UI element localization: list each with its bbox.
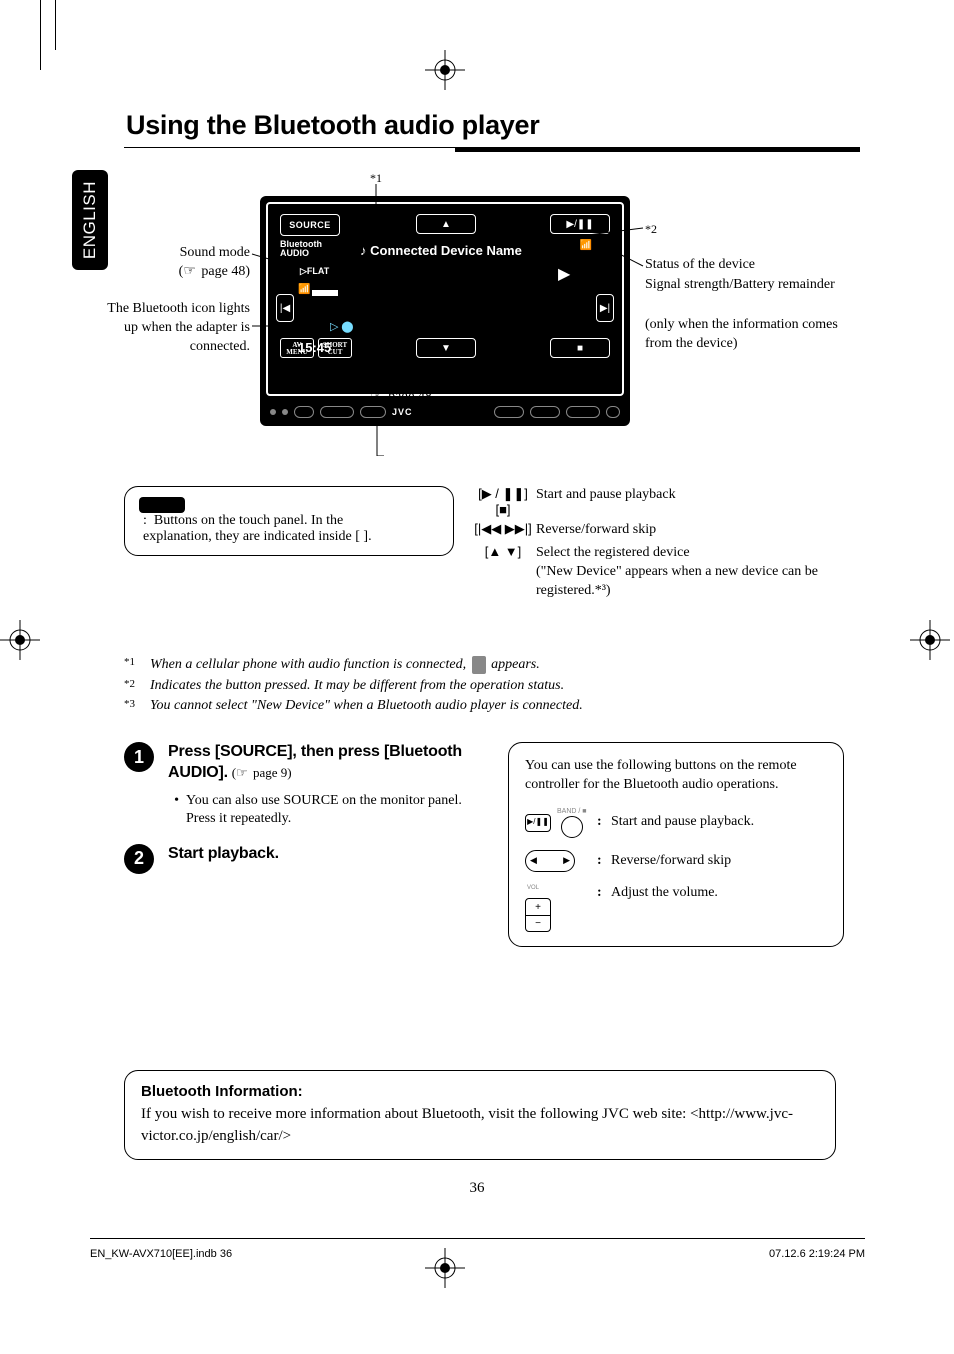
remote-row-volume: VOL +− : Adjust the volume. — [525, 884, 827, 932]
desc-skip: Reverse/forward skip — [536, 521, 846, 540]
step2-lead: Start playback. — [168, 845, 279, 862]
band-label: BAND / ■ — [557, 807, 587, 816]
desc-playpause: Start and pause playback — [536, 486, 846, 517]
bt-info-header: Bluetooth Information: — [141, 1083, 303, 1100]
desc-select-device: Select the registered device ("New Devic… — [536, 544, 846, 601]
bluetooth-info-box: Bluetooth Information: If you wish to re… — [124, 1070, 836, 1160]
page48-ref: page 48 — [370, 388, 432, 405]
step-number-2: 2 — [124, 844, 154, 874]
steps-column: 1 Press [SOURCE], then press [Bluetooth … — [124, 742, 484, 947]
vol-label: VOL — [527, 884, 539, 892]
symbol-skip: [|◀◀ ▶▶|] — [470, 521, 536, 540]
remote-band-icon — [561, 816, 583, 838]
footnotes: *1 When a cellular phone with audio func… — [124, 656, 860, 714]
registration-mark-icon — [425, 50, 465, 90]
print-footer: EN_KW-AVX710[EE].indb 36 07.12.6 2:19:24… — [90, 1248, 865, 1260]
page-number: 36 — [0, 1180, 954, 1197]
remote-volume-icon: +− — [525, 898, 551, 932]
bt-info-body: If you wish to receive more information … — [141, 1106, 793, 1144]
remote-skip-icon: ◀ ▶ — [525, 850, 575, 872]
remote-row-skip: ◀ ▶ : Reverse/forward skip — [525, 850, 827, 872]
rule — [455, 147, 860, 152]
symbol-playpause-stop: [▶ / ❚❚] [■] — [470, 486, 536, 517]
table-row: [▶ / ❚❚] [■] Start and pause playback — [470, 486, 846, 517]
black-button-icon — [139, 497, 185, 513]
table-row: [|◀◀ ▶▶|] Reverse/forward skip — [470, 521, 846, 540]
page-content: ENGLISH Using the Bluetooth audio player… — [90, 110, 860, 947]
footnote-2: *2 Indicates the button pressed. It may … — [124, 678, 860, 694]
device-diagram: *1 *2 Sound mode ( page 48) The Bluetoot… — [90, 166, 860, 456]
footer-filename: EN_KW-AVX710[EE].indb 36 — [90, 1248, 232, 1260]
remote-box: You can use the following buttons on the… — [508, 742, 844, 947]
symbol-table: [▶ / ❚❚] [■] Start and pause playback [|… — [470, 486, 846, 605]
footnote-1: *1 When a cellular phone with audio func… — [124, 656, 860, 674]
touch-panel-note-box: : Buttons on the touch panel. In the exp… — [124, 486, 454, 556]
phone-icon — [472, 656, 486, 674]
remote-playpause-desc: Start and pause playback. — [611, 813, 827, 832]
step1-ref: ( page 9) — [232, 765, 292, 780]
step-number-1: 1 — [124, 742, 154, 772]
footnote-3: *3 You cannot select "New Device" when a… — [124, 698, 860, 714]
steps-area: 1 Press [SOURCE], then press [Bluetooth … — [90, 742, 860, 947]
registration-mark-icon — [910, 620, 950, 660]
step-1: 1 Press [SOURCE], then press [Bluetooth … — [124, 742, 484, 828]
remote-playpause-icon: ▶/❚❚ — [525, 814, 551, 832]
step-2: 2 Start playback. — [124, 844, 484, 874]
table-row: [▲ ▼] Select the registered device ("New… — [470, 544, 846, 601]
symbol-updown: [▲ ▼] — [470, 544, 536, 601]
remote-intro: You can use the following buttons on the… — [525, 757, 827, 795]
registration-mark-icon — [0, 620, 40, 660]
touch-panel-note: Buttons on the touch panel. In the expla… — [143, 513, 372, 544]
remote-skip-desc: Reverse/forward skip — [611, 852, 827, 871]
section-title: Using the Bluetooth audio player — [126, 110, 860, 141]
crop-mark — [55, 0, 56, 50]
remote-row-playpause: ▶/❚❚ BAND / ■ : Start and pause playback… — [525, 807, 827, 838]
remote-volume-desc: Adjust the volume. — [611, 884, 827, 903]
footer-timestamp: 07.12.6 2:19:24 PM — [769, 1248, 865, 1260]
leader-lines — [90, 166, 860, 456]
step1-bullet: You can also use SOURCE on the monitor p… — [186, 792, 484, 828]
step1-lead: Press [SOURCE], then press [Bluetooth AU… — [168, 743, 462, 781]
legend-area: : Buttons on the touch panel. In the exp… — [90, 486, 860, 646]
crop-mark — [40, 0, 41, 70]
